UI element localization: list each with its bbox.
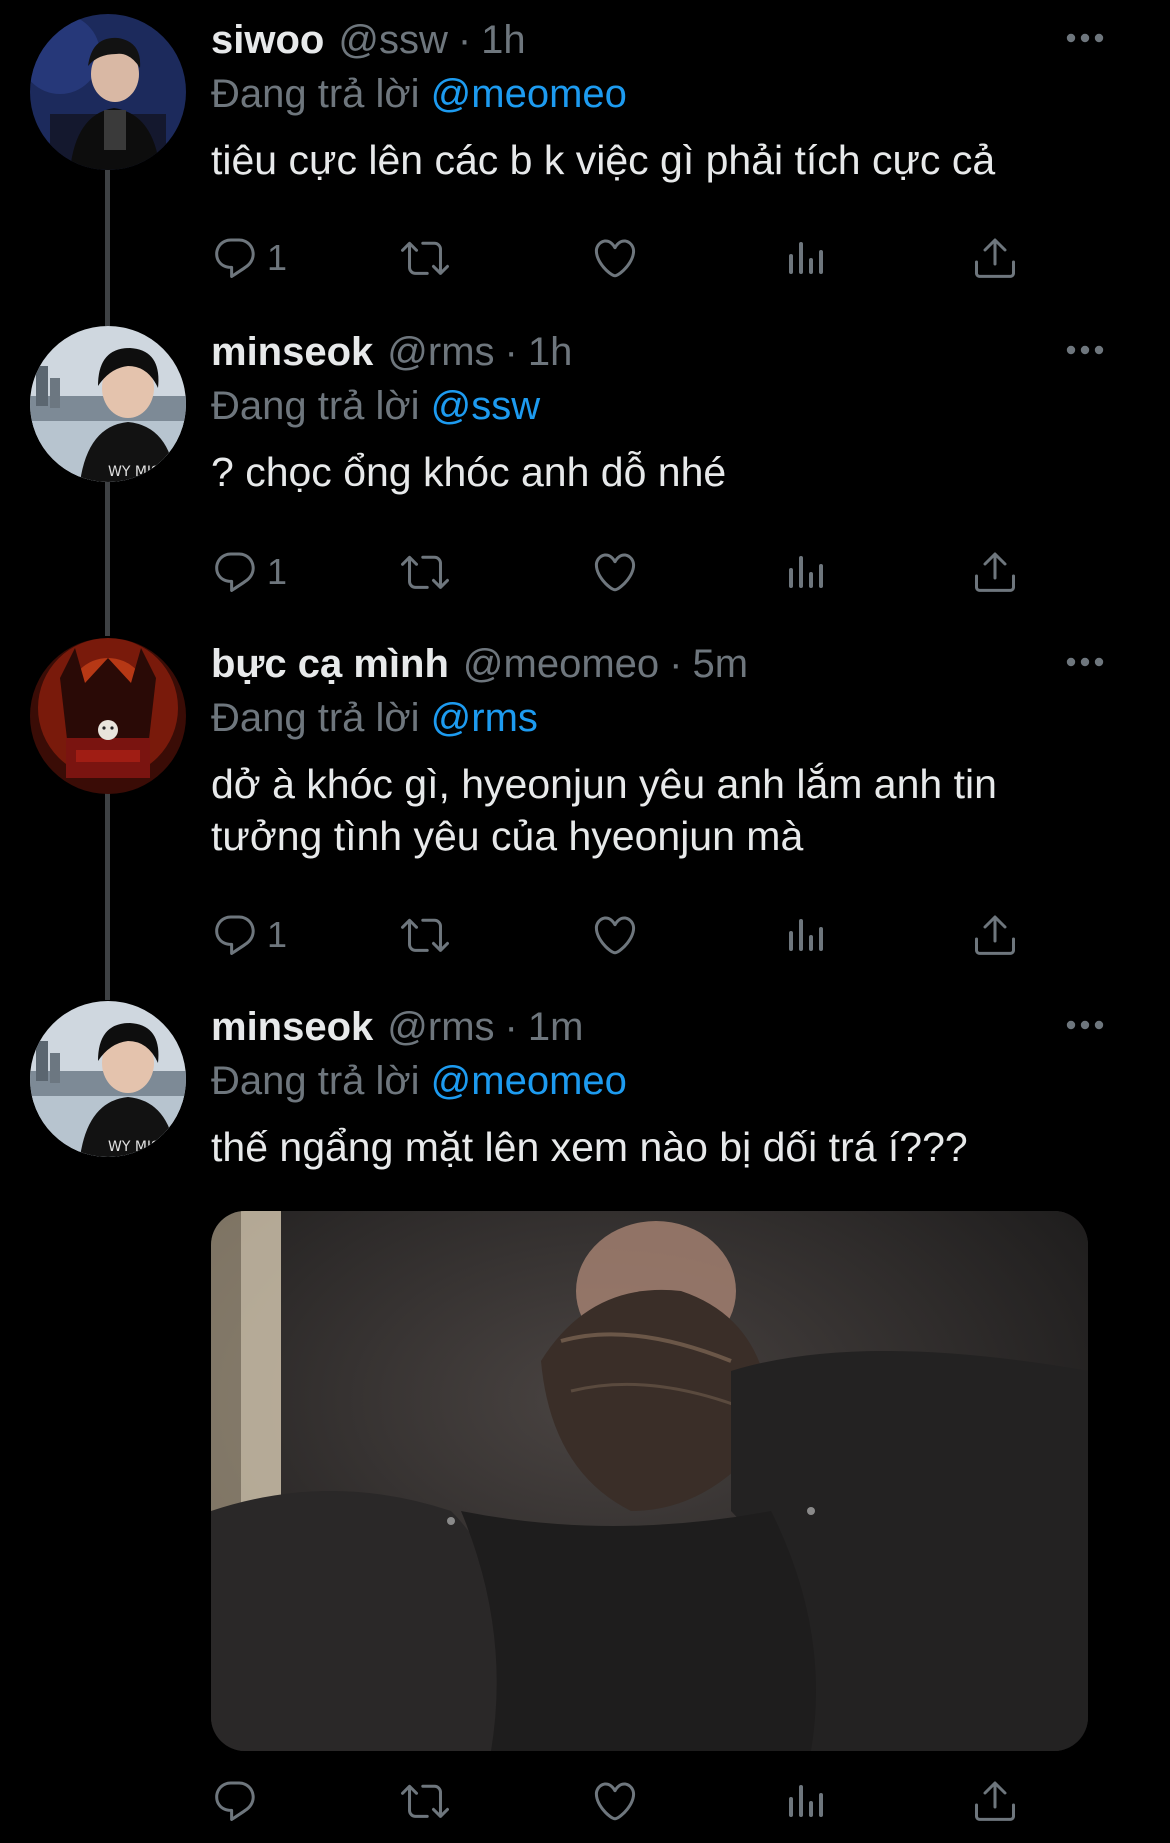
like-button[interactable] xyxy=(591,1777,781,1825)
tweet-actions: 1 xyxy=(211,905,1041,965)
retweet-button[interactable] xyxy=(401,234,591,282)
share-button[interactable] xyxy=(971,911,1031,959)
heart-icon xyxy=(591,911,639,959)
user-handle[interactable]: @rms xyxy=(387,1005,494,1050)
tweet-actions: 1 xyxy=(211,542,1041,602)
tweet-text: thế ngẩng mặt lên xem nào bị dối trá í??… xyxy=(211,1124,968,1170)
retweet-button[interactable] xyxy=(401,911,591,959)
reply-count: 1 xyxy=(267,237,288,278)
thread-line xyxy=(105,480,110,636)
like-button[interactable] xyxy=(591,234,781,282)
reply-icon xyxy=(211,911,259,959)
reply-button[interactable]: 1 xyxy=(211,548,401,596)
tweet-text: ? chọc ổng khóc anh dỗ nhé xyxy=(211,449,727,495)
display-name[interactable]: bực cạ mình xyxy=(211,642,449,687)
svg-text:WY MISS: WY MISS xyxy=(108,464,169,480)
views-icon xyxy=(781,234,829,282)
separator-dot: · xyxy=(504,329,518,374)
reply-icon xyxy=(211,1777,259,1825)
mention-link[interactable]: @meomeo xyxy=(431,72,627,116)
display-name[interactable]: minseok xyxy=(211,1005,373,1050)
views-button[interactable] xyxy=(781,911,971,959)
share-button[interactable] xyxy=(971,234,1031,282)
views-button[interactable] xyxy=(781,234,971,282)
more-icon[interactable] xyxy=(1060,18,1110,58)
heart-icon xyxy=(591,548,639,596)
user-handle[interactable]: @rms xyxy=(387,330,494,375)
reply-button[interactable]: 1 xyxy=(211,911,401,959)
share-button[interactable] xyxy=(971,548,1031,596)
reply-button[interactable]: 1 xyxy=(211,234,401,282)
heart-icon xyxy=(591,234,639,282)
thread-line xyxy=(105,168,110,326)
replying-to-label: Đang trả lời xyxy=(211,1059,420,1103)
svg-text:WY MISS: WY MISS xyxy=(108,1139,169,1155)
replying-to: Đang trả lời @ssw xyxy=(211,380,1110,432)
separator-dot: · xyxy=(457,17,472,62)
views-button[interactable] xyxy=(781,1777,971,1825)
retweet-button[interactable] xyxy=(401,548,591,596)
replying-to-label: Đang trả lời xyxy=(211,384,420,428)
timestamp[interactable]: 1m xyxy=(528,1005,584,1050)
views-icon xyxy=(781,1777,829,1825)
retweet-button[interactable] xyxy=(401,1777,591,1825)
like-button[interactable] xyxy=(591,548,781,596)
reply-icon xyxy=(211,548,259,596)
more-icon[interactable] xyxy=(1060,642,1110,682)
share-icon xyxy=(971,911,1019,959)
timestamp[interactable]: 1h xyxy=(528,330,573,375)
retweet-icon xyxy=(401,548,449,596)
display-name[interactable]: siwoo xyxy=(211,18,324,63)
reply-button[interactable] xyxy=(211,1777,401,1825)
more-icon[interactable] xyxy=(1060,330,1110,370)
tweet-text: dở à khóc gì, hyeonjun yêu anh lắm anh t… xyxy=(211,761,997,859)
replying-to: Đang trả lời @rms xyxy=(211,692,1110,744)
reply-icon xyxy=(211,234,259,282)
replying-to-label: Đang trả lời xyxy=(211,72,420,116)
mention-link[interactable]: @meomeo xyxy=(431,1059,627,1103)
timestamp[interactable]: 5m xyxy=(692,642,748,687)
tweet-text: tiêu cực lên các b k việc gì phải tích c… xyxy=(211,137,996,183)
tweet-actions: 1 xyxy=(211,228,1041,288)
avatar[interactable] xyxy=(30,638,186,794)
views-button[interactable] xyxy=(781,548,971,596)
tweet-media-photo[interactable] xyxy=(211,1211,1088,1751)
heart-icon xyxy=(591,1777,639,1825)
more-icon[interactable] xyxy=(1060,1005,1110,1045)
retweet-icon xyxy=(401,911,449,959)
reply-count: 1 xyxy=(267,914,288,955)
avatar[interactable] xyxy=(30,14,186,170)
thread-line xyxy=(105,792,110,1000)
user-handle[interactable]: @ssw xyxy=(338,18,448,63)
retweet-icon xyxy=(401,234,449,282)
mention-link[interactable]: @ssw xyxy=(431,384,541,428)
display-name[interactable]: minseok xyxy=(211,330,373,375)
mention-link[interactable]: @rms xyxy=(431,696,538,740)
like-button[interactable] xyxy=(591,911,781,959)
views-icon xyxy=(781,911,829,959)
separator-dot: · xyxy=(504,1004,518,1049)
avatar[interactable]: WY MISS xyxy=(30,1001,186,1157)
share-icon xyxy=(971,234,1019,282)
replying-to-label: Đang trả lời xyxy=(211,696,420,740)
tweet-actions xyxy=(211,1771,1041,1831)
timestamp[interactable]: 1h xyxy=(481,18,526,63)
replying-to: Đang trả lời @meomeo xyxy=(211,1055,1110,1107)
replying-to: Đang trả lời @meomeo xyxy=(211,68,1110,120)
views-icon xyxy=(781,548,829,596)
retweet-icon xyxy=(401,1777,449,1825)
separator-dot: · xyxy=(669,641,683,686)
user-handle[interactable]: @meomeo xyxy=(463,642,659,687)
share-icon xyxy=(971,1777,1019,1825)
share-button[interactable] xyxy=(971,1777,1031,1825)
share-icon xyxy=(971,548,1019,596)
reply-count: 1 xyxy=(267,551,288,592)
avatar[interactable]: WY MISS xyxy=(30,326,186,482)
